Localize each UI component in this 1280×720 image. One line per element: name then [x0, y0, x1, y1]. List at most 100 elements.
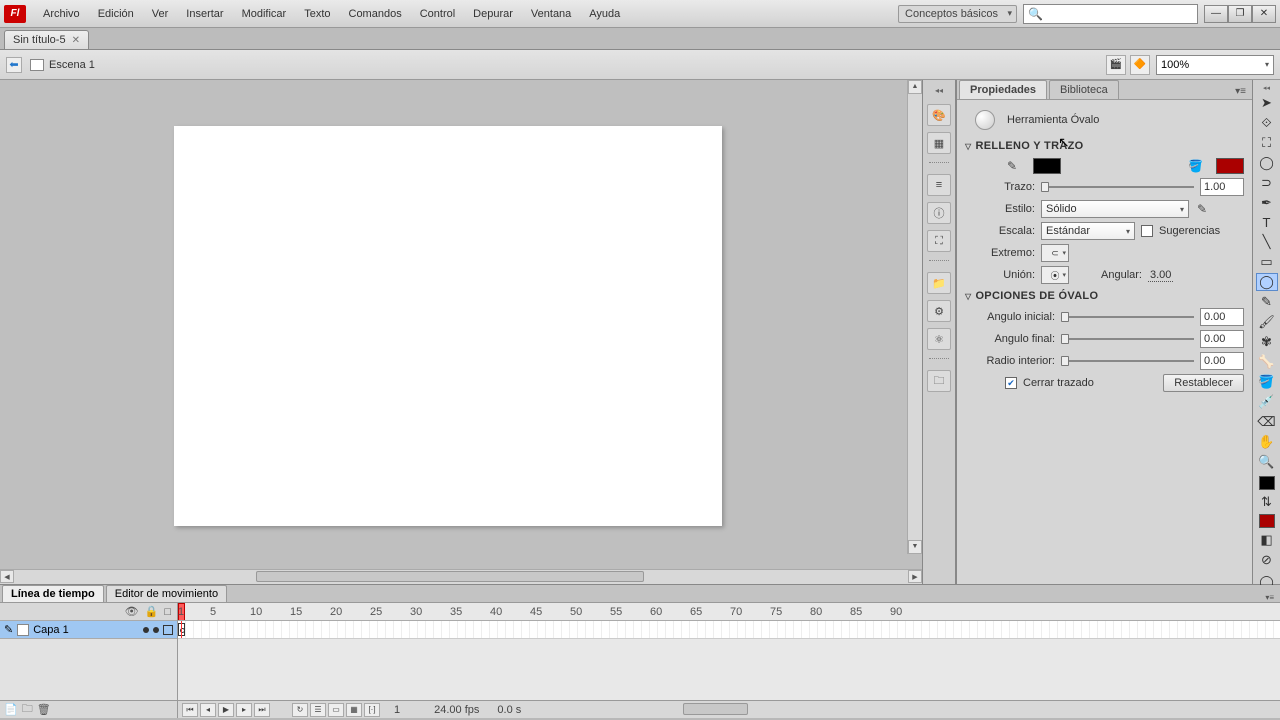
cap-style-dropdown[interactable]: ⊂	[1041, 244, 1069, 262]
scale-dropdown[interactable]: Estándar▾	[1041, 222, 1135, 240]
horizontal-scrollbar[interactable]: ◀ ▶	[0, 569, 922, 584]
menu-ver[interactable]: Ver	[143, 4, 178, 24]
edit-symbols-button[interactable]: 🔶	[1130, 55, 1150, 75]
tab-biblioteca[interactable]: Biblioteca	[1049, 80, 1119, 99]
menu-ayuda[interactable]: Ayuda	[580, 4, 629, 24]
scrollbar-thumb[interactable]	[256, 571, 644, 582]
tab-linea-tiempo[interactable]: Línea de tiempo	[2, 585, 104, 602]
menu-depurar[interactable]: Depurar	[464, 4, 522, 24]
section-opciones-ovalo[interactable]: ▽ OPCIONES DE ÓVALO	[965, 290, 1244, 302]
motion-panel-icon[interactable]: ⚙	[927, 300, 951, 322]
scroll-down-icon[interactable]: ▼	[908, 540, 922, 554]
layer-name[interactable]: Capa 1	[33, 624, 68, 636]
frame-track[interactable]	[178, 621, 1280, 639]
layer-row[interactable]: ✎ Capa 1	[0, 621, 177, 639]
stroke-style-dropdown[interactable]: Sólido▾	[1041, 200, 1189, 218]
playhead-line[interactable]	[181, 621, 182, 638]
oval-tool[interactable]: ◯	[1256, 273, 1278, 291]
visibility-column-icon[interactable]: 👁	[125, 605, 139, 618]
menu-archivo[interactable]: Archivo	[34, 4, 89, 24]
eraser-tool[interactable]: ⌫	[1256, 413, 1278, 431]
no-color-tool[interactable]: ⊘	[1256, 551, 1278, 569]
stroke-color-swatch[interactable]	[1033, 158, 1061, 174]
close-button[interactable]: ✕	[1252, 5, 1276, 23]
fill-color-swatch[interactable]	[1216, 158, 1244, 174]
hand-tool[interactable]: ✋	[1256, 433, 1278, 451]
3d-rotation-tool[interactable]: ◯	[1256, 154, 1278, 172]
vertical-scrollbar[interactable]: ▲ ▼	[907, 80, 922, 554]
fill-color-tool[interactable]	[1256, 513, 1278, 529]
menu-modificar[interactable]: Modificar	[233, 4, 296, 24]
join-style-dropdown[interactable]: ⦿	[1041, 266, 1069, 284]
free-transform-tool[interactable]: ⛶	[1256, 134, 1278, 152]
section-relleno-trazo[interactable]: ▽ RELLENO Y TRAZO	[965, 140, 1244, 152]
lock-dot-icon[interactable]	[153, 627, 159, 633]
new-layer-button[interactable]: 📄	[4, 703, 18, 716]
outline-toggle-icon[interactable]	[163, 625, 173, 635]
stroke-color-tool[interactable]	[1256, 475, 1278, 491]
transform-panel-icon[interactable]: ⛶	[927, 230, 951, 252]
zoom-tool[interactable]: 🔍	[1256, 453, 1278, 471]
menu-ventana[interactable]: Ventana	[522, 4, 580, 24]
outline-column-icon[interactable]: □	[164, 606, 171, 618]
paint-bucket-tool[interactable]: 🪣	[1256, 373, 1278, 391]
zoom-selector[interactable]: 100%▾	[1156, 55, 1274, 75]
menu-insertar[interactable]: Insertar	[177, 4, 232, 24]
edit-multi-frames-button[interactable]: ▦	[346, 703, 362, 717]
delete-layer-button[interactable]: 🗑	[37, 703, 51, 716]
workspace-selector[interactable]: Conceptos básicos	[898, 5, 1017, 23]
dock-collapse-icon[interactable]: ◂◂	[923, 86, 955, 98]
stage-scroll[interactable]: ▲ ▼	[0, 80, 922, 569]
hinting-checkbox[interactable]	[1141, 225, 1153, 237]
restablecer-button[interactable]: Restablecer	[1163, 374, 1244, 392]
loop-button[interactable]: ↻	[292, 703, 308, 717]
default-colors-tool[interactable]: ◧	[1256, 531, 1278, 549]
selection-tool[interactable]: ➤	[1256, 94, 1278, 112]
line-tool[interactable]: ╲	[1256, 233, 1278, 251]
bone-tool[interactable]: 🦴	[1256, 353, 1278, 371]
lasso-tool[interactable]: ⊃	[1256, 174, 1278, 192]
step-back-button[interactable]: ◂	[200, 703, 216, 717]
info-panel-icon[interactable]: ⓘ	[927, 202, 951, 224]
tab-editor-movimiento[interactable]: Editor de movimiento	[106, 585, 227, 602]
panel-menu-icon[interactable]: ▾≡	[1229, 84, 1252, 99]
start-angle-slider[interactable]	[1061, 311, 1194, 323]
tab-propiedades[interactable]: Propiedades	[959, 80, 1047, 99]
deco-tool[interactable]: ✾	[1256, 333, 1278, 351]
scroll-right-icon[interactable]: ▶	[908, 570, 922, 583]
goto-last-button[interactable]: ⏭	[254, 703, 270, 717]
end-angle-slider[interactable]	[1061, 333, 1194, 345]
library-panel-icon[interactable]: 📁	[927, 272, 951, 294]
menu-texto[interactable]: Texto	[295, 4, 339, 24]
text-tool[interactable]: T	[1256, 214, 1278, 231]
start-angle-input[interactable]: 0.00	[1200, 308, 1244, 326]
search-box[interactable]: 🔍	[1023, 4, 1198, 24]
align-panel-icon[interactable]: ≡	[927, 174, 951, 196]
color-panel-icon[interactable]: 🎨	[927, 104, 951, 126]
inner-radius-input[interactable]: 0.00	[1200, 352, 1244, 370]
modify-markers-button[interactable]: [·]	[364, 703, 380, 717]
brush-tool[interactable]: 🖌	[1256, 313, 1278, 331]
edit-scene-button[interactable]: 🎬	[1106, 55, 1126, 75]
close-path-checkbox[interactable]: ✔	[1005, 377, 1017, 389]
restore-button[interactable]: ❐	[1228, 5, 1252, 23]
subselection-tool[interactable]: ⟐	[1256, 114, 1278, 132]
miter-value[interactable]: 3.00	[1148, 269, 1173, 282]
menu-control[interactable]: Control	[411, 4, 464, 24]
pencil-tool[interactable]: ✎	[1256, 293, 1278, 311]
timeline-ruler[interactable]: 151015202530354045505560657075808590	[178, 603, 1280, 621]
tools-collapse-icon[interactable]: ◂◂	[1253, 84, 1280, 92]
eyedropper-tool[interactable]: 💉	[1256, 393, 1278, 411]
onion-skin-button[interactable]: ☰	[310, 703, 326, 717]
onion-outline-button[interactable]: ▭	[328, 703, 344, 717]
back-button[interactable]: ⬅	[6, 57, 22, 73]
play-button[interactable]: ▶	[218, 703, 234, 717]
scroll-left-icon[interactable]: ◀	[0, 570, 14, 583]
minimize-button[interactable]: ―	[1204, 5, 1228, 23]
menu-comandos[interactable]: Comandos	[340, 4, 411, 24]
pen-tool[interactable]: ✒	[1256, 194, 1278, 212]
inner-radius-slider[interactable]	[1061, 355, 1194, 367]
lock-column-icon[interactable]: 🔒	[145, 605, 159, 618]
stage-canvas[interactable]	[174, 126, 722, 526]
document-tab[interactable]: Sin título-5 ✕	[4, 30, 89, 49]
